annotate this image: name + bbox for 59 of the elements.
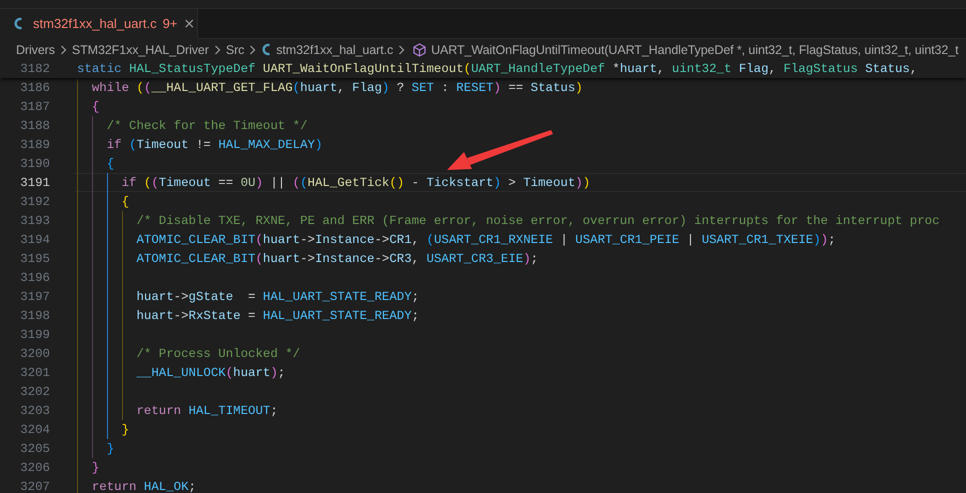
code-line: huart->RxState = HAL_UART_STATE_READY; [135,308,420,322]
code-line: if (Timeout != HAL_MAX_DELAY) [106,138,322,152]
line-number: 3202 [19,384,50,398]
code-line: { [106,156,114,170]
editor-tab[interactable]: stm32f1xx_hal_uart.c 9+ × [0,9,198,39]
cube-icon [413,42,426,56]
code-line: ATOMIC_CLEAR_BIT(huart->Instance->CR3, USART_CR3_EIE); [135,252,538,266]
line-number: 3200 [19,346,50,360]
line-number: 3188 [19,118,50,132]
tab-label: stm32f1xx_hal_uart.c [33,16,157,31]
code-line: /* Process Unlocked */ [135,346,300,360]
line-number: 3198 [19,308,50,322]
code-line: { [120,194,130,208]
line-number: 3196 [19,270,50,284]
line-number: 3207 [19,480,50,493]
code-line: __HAL_UNLOCK(huart); [135,366,286,380]
code-line: /* Check for the Timeout */ [106,118,308,132]
line-number: 3195 [19,252,50,266]
line-number: 3182 [19,62,50,76]
code-line: } [120,422,130,436]
problem-count: 9+ [162,16,178,31]
code-line: return HAL_OK; [90,480,196,493]
breadcrumb-item[interactable]: stm32f1xx_hal_uart.c [276,42,394,56]
code-line: { [90,100,100,114]
code-line: return HAL_TIMEOUT; [135,404,278,418]
code-line: /* Disable TXE, RXNE, PE and ERR (Frame error, noise error, overrun error) interrupts for the interrupt proc [135,214,940,228]
line-number: 3203 [19,404,50,418]
breadcrumb-item[interactable]: Drivers [16,42,55,56]
line-number: 3197 [19,290,50,304]
code-line: static HAL_StatusTypeDef UART_WaitOnFlagUntilTimeout(UART_HandleTypeDef *huart, uint32_t Flag, FlagStatus Status, [77,62,918,76]
line-number: 3205 [19,442,50,456]
c-file-icon [13,17,23,30]
line-number: 3186 [19,80,50,94]
chevron-icon [249,44,256,54]
chevron-icon [214,44,221,54]
line-number: 3192 [19,194,50,208]
code-line: huart->gState = HAL_UART_STATE_READY; [135,290,420,304]
breadcrumb-item[interactable]: STM32F1xx_HAL_Driver [72,42,209,56]
code-line: while ((__HAL_UART_GET_FLAG(huart, Flag) ? SET : RESET) == Status) [90,80,583,94]
c-file-icon [261,43,272,56]
code-line: if ((Timeout == 0U) || ((HAL_GetTick() - Tickstart) > Timeout)) [120,176,590,190]
line-number: 3190 [19,156,50,170]
breadcrumb-item[interactable]: UART_WaitOnFlagUntilTimeout(UART_HandleTypeDef *, uint32_t, FlagStatus, uint32_t, uint32_t [431,42,958,56]
line-number: 3189 [19,138,50,152]
close-icon[interactable]: × [183,16,196,30]
line-number: 3201 [19,366,50,380]
breadcrumb-item[interactable]: Src [226,42,244,56]
line-number: 3199 [19,328,50,342]
line-number: 3206 [19,460,50,474]
line-number: 3193 [19,214,50,228]
chevron-icon [60,44,67,54]
code-line: } [90,460,100,474]
code-line: ATOMIC_CLEAR_BIT(huart->Instance->CR1, (USART_CR1_RXNEIE | USART_CR1_PEIE | USART_CR1_TXEIE)); [135,232,836,246]
line-number: 3191 [19,176,50,190]
line-number: 3204 [19,422,50,436]
chevron-icon [398,44,406,54]
line-number: 3187 [19,100,50,114]
code-line: } [106,442,114,456]
line-number: 3194 [19,232,50,246]
